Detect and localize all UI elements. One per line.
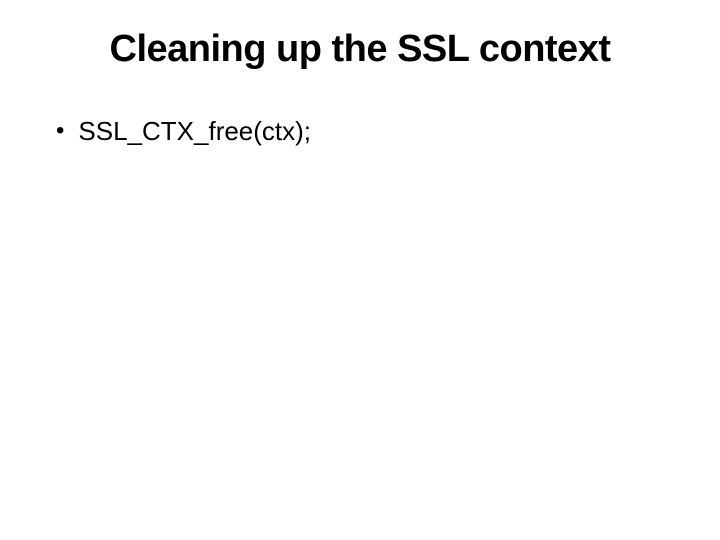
bullet-marker-icon: • bbox=[56, 115, 64, 146]
slide-title: Cleaning up the SSL context bbox=[48, 28, 672, 71]
bullet-text: SSL_CTX_free(ctx); bbox=[78, 115, 311, 149]
slide-container: Cleaning up the SSL context • SSL_CTX_fr… bbox=[0, 0, 720, 540]
list-item: • SSL_CTX_free(ctx); bbox=[56, 115, 672, 149]
bullet-list: • SSL_CTX_free(ctx); bbox=[48, 115, 672, 149]
